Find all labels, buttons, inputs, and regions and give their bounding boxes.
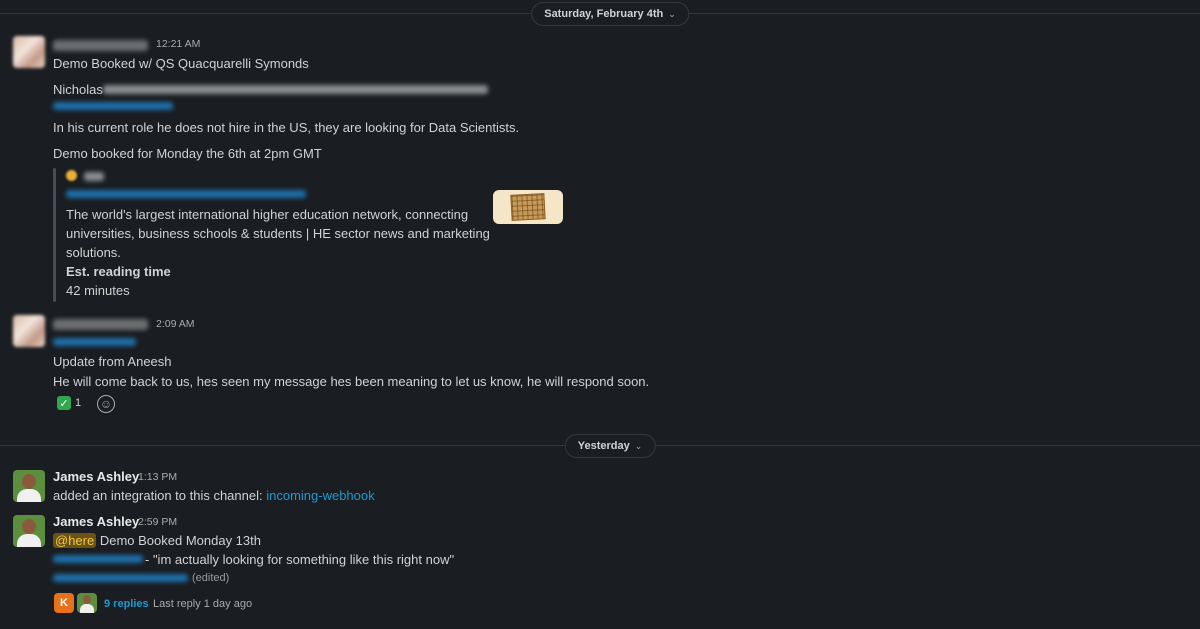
unfurl-description-line: universities, business schools & student… — [66, 226, 490, 241]
message-text: He will come back to us, hes seen my mes… — [53, 374, 650, 389]
reaction-check[interactable]: ✓ 1 — [57, 396, 81, 410]
avatar-james-ashley[interactable] — [13, 515, 45, 547]
unfurl-thumbnail[interactable] — [493, 190, 563, 224]
message-text: Update from Aneesh — [53, 354, 172, 369]
thread-avatar-james[interactable] — [77, 593, 97, 613]
date-divider-yesterday[interactable]: Yesterday ⌄ — [564, 434, 656, 458]
message-timestamp[interactable]: 2:09 AM — [156, 318, 195, 330]
edited-label: (edited) — [192, 572, 230, 584]
date-divider-saturday[interactable]: Saturday, February 4th ⌄ — [531, 2, 689, 26]
message-timestamp[interactable]: 2:59 PM — [138, 516, 177, 528]
sender-name-redacted[interactable] — [53, 318, 148, 333]
chevron-down-icon: ⌄ — [668, 8, 676, 19]
message-text: Demo booked for Monday the 6th at 2pm GM… — [53, 146, 322, 161]
redacted-link[interactable] — [53, 555, 143, 563]
message-text: Demo Booked w/ QS Quacquarelli Symonds — [53, 56, 309, 71]
message-text: @here Demo Booked Monday 13th — [53, 533, 261, 548]
avatar[interactable] — [13, 315, 45, 347]
date-label: Saturday, February 4th — [544, 8, 664, 20]
avatar[interactable] — [13, 36, 45, 68]
reading-time-label: Est. reading time — [66, 264, 171, 279]
thread-avatar-k[interactable]: K — [54, 593, 74, 613]
sender-name[interactable]: James Ashley — [53, 469, 139, 484]
message-headline: Demo Booked Monday 13th — [96, 533, 261, 548]
avatar-james-ashley[interactable] — [13, 470, 45, 502]
integration-text: added an integration to this channel: — [53, 488, 267, 503]
message-text: added an integration to this channel: in… — [53, 488, 375, 503]
site-favicon-icon — [66, 170, 77, 181]
reaction-count: 1 — [75, 397, 82, 409]
redacted-link[interactable] — [53, 574, 188, 582]
redacted-link[interactable] — [53, 102, 173, 110]
date-label: Yesterday — [577, 440, 630, 452]
check-mark-emoji-icon: ✓ — [57, 396, 71, 410]
add-reaction-icon[interactable]: ☺ — [97, 395, 115, 413]
reading-time-value: 42 minutes — [66, 283, 130, 298]
sender-name-redacted[interactable] — [53, 39, 148, 54]
message-timestamp[interactable]: 1:13 PM — [138, 471, 177, 483]
here-mention[interactable]: @here — [53, 533, 97, 548]
quote-text: - "im actually looking for something lik… — [145, 552, 455, 567]
unfurl-quote-bar — [53, 168, 56, 302]
message-text: In his current role he does not hire in … — [53, 120, 520, 135]
sender-name[interactable]: James Ashley — [53, 514, 139, 529]
unfurl-description-line: The world's largest international higher… — [66, 207, 469, 222]
channel-link[interactable]: incoming-webhook — [266, 488, 374, 503]
redacted-text — [103, 85, 488, 94]
thread-replies-link[interactable]: 9 replies — [104, 598, 149, 610]
redacted-site-name — [84, 172, 104, 181]
message-timestamp[interactable]: 12:21 AM — [156, 38, 200, 50]
redacted-link[interactable] — [53, 338, 136, 346]
chevron-down-icon: ⌄ — [634, 440, 643, 451]
unfurl-title-link-redacted[interactable] — [66, 190, 306, 198]
unfurl-description-line: solutions. — [66, 245, 121, 260]
thumbnail-image — [510, 193, 546, 221]
last-reply-text: Last reply 1 day ago — [153, 598, 253, 610]
contact-name: Nicholas — [53, 82, 103, 97]
